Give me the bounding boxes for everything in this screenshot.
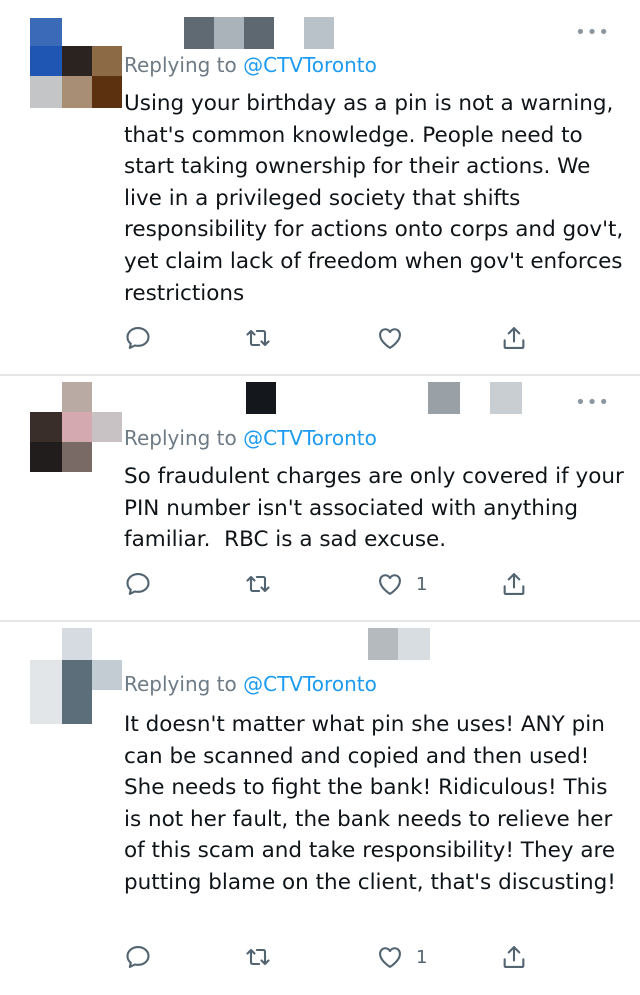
avatar-block	[30, 412, 62, 442]
reply-handle-link[interactable]: @CTVToronto	[243, 672, 377, 696]
like-button[interactable]: 1	[376, 569, 427, 599]
heart-icon	[379, 574, 401, 595]
display-name-redacted	[304, 17, 334, 49]
display-name-redacted[interactable]	[368, 628, 398, 660]
retweet-icon	[246, 948, 270, 966]
tweet-text: Using your birthday as a pin is not a wa…	[124, 91, 631, 306]
replying-to: Replying to @CTVToronto	[124, 672, 377, 696]
tweet-text: So fraudulent charges are only covered i…	[124, 464, 631, 553]
share-button[interactable]	[500, 569, 528, 599]
avatar-block	[30, 688, 62, 724]
share-icon	[503, 946, 525, 968]
avatar[interactable]	[30, 18, 122, 110]
tweet[interactable]: Replying to @CTVToronto It doesn't matte…	[0, 622, 640, 995]
reply-handle-link[interactable]: @CTVToronto	[243, 53, 377, 77]
avatar-block	[62, 46, 92, 76]
tweet-actions: 1	[124, 942, 544, 972]
retweet-button[interactable]	[244, 942, 272, 972]
reply-button[interactable]	[124, 942, 152, 972]
tweet-actions: 1	[124, 569, 544, 599]
reply-icon	[126, 327, 150, 349]
reply-handle-link[interactable]: @CTVToronto	[243, 426, 377, 450]
reply-button[interactable]	[124, 569, 152, 599]
reply-icon	[126, 573, 150, 595]
retweet-button[interactable]	[244, 323, 272, 353]
reply-prefix: Replying to	[124, 426, 244, 450]
avatar-block	[62, 412, 92, 442]
share-icon	[503, 573, 525, 595]
retweet-icon	[246, 575, 270, 593]
display-name-redacted[interactable]	[184, 17, 214, 49]
reply-prefix: Replying to	[124, 53, 244, 77]
display-name-redacted	[428, 382, 460, 414]
like-button[interactable]	[376, 323, 416, 353]
tweet[interactable]: ••• Replying to @CTVToronto So fraudulen…	[0, 376, 640, 622]
reply-prefix: Replying to	[124, 672, 244, 696]
tweet[interactable]: ••• Replying to @CTVToronto Using your b…	[0, 0, 640, 376]
avatar-block	[30, 660, 62, 688]
avatar-block	[30, 46, 62, 76]
avatar-block	[62, 382, 92, 412]
heart-icon	[379, 947, 401, 968]
avatar-block	[30, 76, 62, 108]
replying-to: Replying to @CTVToronto	[124, 426, 377, 450]
more-icon[interactable]: •••	[575, 24, 610, 42]
heart-icon	[379, 328, 401, 349]
like-count: 1	[416, 573, 428, 595]
replying-to: Replying to @CTVToronto	[124, 53, 377, 77]
avatar[interactable]	[30, 382, 122, 474]
avatar-block	[62, 628, 92, 660]
tweet-actions	[124, 323, 544, 353]
avatar-block	[30, 442, 62, 472]
like-count: 1	[416, 946, 428, 968]
tweet-text: It doesn't matter what pin she uses! ANY…	[124, 712, 622, 895]
display-name-redacted	[398, 628, 430, 660]
share-icon	[503, 327, 525, 349]
avatar-block	[62, 660, 92, 724]
avatar-block	[30, 18, 62, 46]
avatar-block	[92, 46, 122, 76]
reply-icon	[126, 946, 150, 968]
display-name-redacted	[490, 382, 522, 414]
retweet-button[interactable]	[244, 569, 272, 599]
share-button[interactable]	[500, 942, 528, 972]
share-button[interactable]	[500, 323, 528, 353]
avatar[interactable]	[30, 628, 122, 724]
avatar-block	[92, 76, 122, 108]
like-button[interactable]: 1	[376, 942, 427, 972]
display-name-redacted	[214, 17, 244, 49]
display-name-redacted	[244, 17, 274, 49]
avatar-block	[92, 660, 122, 690]
avatar-block	[62, 76, 92, 108]
avatar-block	[92, 412, 122, 442]
more-icon[interactable]: •••	[575, 394, 610, 412]
reply-button[interactable]	[124, 323, 152, 353]
display-name-redacted[interactable]	[246, 382, 276, 414]
avatar-block	[62, 442, 92, 472]
retweet-icon	[246, 329, 270, 347]
